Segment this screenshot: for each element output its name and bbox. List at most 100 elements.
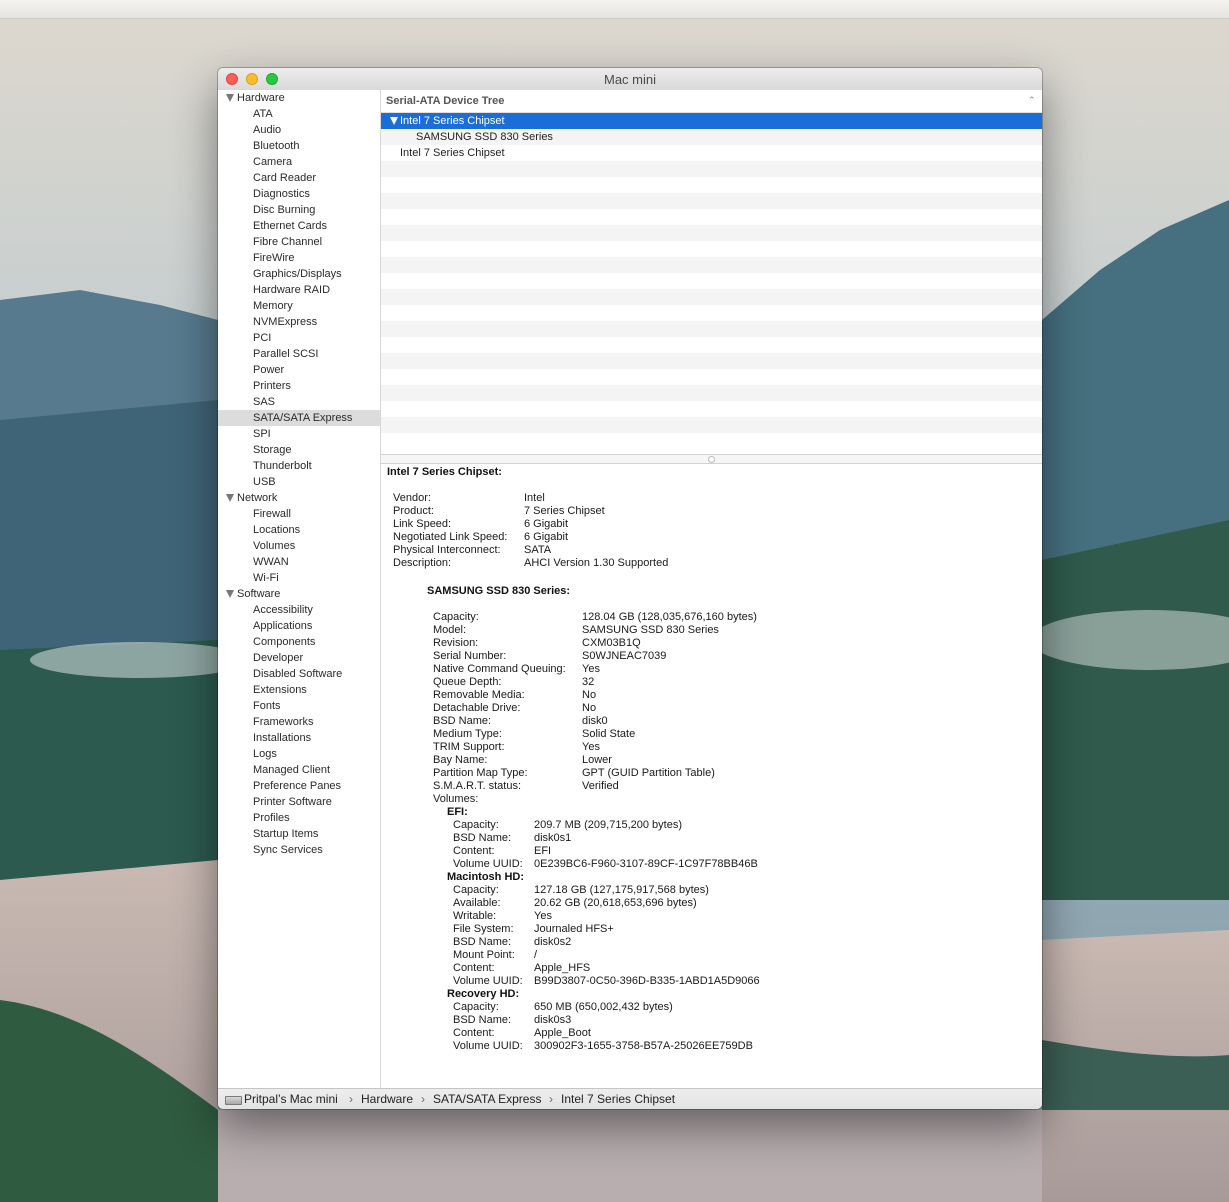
property-value: 127.18 GB (127,175,917,568 bytes) xyxy=(534,884,709,896)
sidebar-item-nvmexpress[interactable]: NVMExpress xyxy=(218,314,380,330)
property-label: Detachable Drive: xyxy=(433,702,521,714)
property-label: Volumes: xyxy=(433,793,479,805)
property-label: Product: xyxy=(393,505,434,517)
sidebar-item-startup-items[interactable]: Startup Items xyxy=(218,826,380,842)
splitter-handle-icon[interactable] xyxy=(708,456,715,463)
sidebar-item-fibre-channel[interactable]: Fibre Channel xyxy=(218,234,380,250)
sidebar-item-usb[interactable]: USB xyxy=(218,474,380,490)
property-label: Description: xyxy=(393,557,452,569)
sidebar-item-extensions[interactable]: Extensions xyxy=(218,682,380,698)
sidebar-item-diagnostics[interactable]: Diagnostics xyxy=(218,186,380,202)
property-label: Model: xyxy=(433,624,467,636)
property-label: Medium Type: xyxy=(433,728,502,740)
sidebar-item-camera[interactable]: Camera xyxy=(218,154,380,170)
sidebar-item-parallel-scsi[interactable]: Parallel SCSI xyxy=(218,346,380,362)
sidebar-item-frameworks[interactable]: Frameworks xyxy=(218,714,380,730)
path-crumb-hardware[interactable]: Hardware xyxy=(361,1089,413,1109)
volume-title: EFI: xyxy=(447,806,468,818)
property-label: Capacity: xyxy=(453,1001,499,1013)
sidebar-item-printers[interactable]: Printers xyxy=(218,378,380,394)
path-crumb-pritpal-s-mac-mini[interactable]: Pritpal’s Mac mini xyxy=(244,1089,338,1109)
sidebar-item-volumes[interactable]: Volumes xyxy=(218,538,380,554)
property-value: 6 Gigabit xyxy=(524,531,569,543)
property-value: 32 xyxy=(582,676,595,688)
tree-row-samsung-ssd-830-series[interactable]: SAMSUNG SSD 830 Series xyxy=(381,129,1042,145)
sidebar-item-components[interactable]: Components xyxy=(218,634,380,650)
sidebar-item-sync-services[interactable]: Sync Services xyxy=(218,842,380,858)
sidebar-item-ethernet-cards[interactable]: Ethernet Cards xyxy=(218,218,380,234)
sidebar-item-logs[interactable]: Logs xyxy=(218,746,380,762)
disclosure-triangle-icon[interactable] xyxy=(226,494,234,502)
sidebar-item-bluetooth[interactable]: Bluetooth xyxy=(218,138,380,154)
tree-column-header[interactable]: Serial-ATA Device Tree ⌃ xyxy=(381,90,1042,113)
sidebar-item-printer-software[interactable]: Printer Software xyxy=(218,794,380,810)
property-value: SATA xyxy=(524,544,552,556)
sidebar-item-audio[interactable]: Audio xyxy=(218,122,380,138)
sidebar-group-software[interactable]: Software xyxy=(218,586,380,602)
tree-row-empty xyxy=(381,433,1042,449)
property-value: EFI xyxy=(534,845,552,857)
sidebar-item-firewall[interactable]: Firewall xyxy=(218,506,380,522)
disclosure-triangle-icon[interactable] xyxy=(226,590,234,598)
sidebar-item-memory[interactable]: Memory xyxy=(218,298,380,314)
sidebar-item-locations[interactable]: Locations xyxy=(218,522,380,538)
property-label: Content: xyxy=(453,1027,495,1039)
device-tree-pane: Serial-ATA Device Tree ⌃ Intel 7 Series … xyxy=(381,90,1042,454)
sidebar[interactable]: Hardware ATA Audio Bluetooth Camera Card Read… xyxy=(218,90,381,1088)
tree-row-empty xyxy=(381,177,1042,193)
sidebar-item-spi[interactable]: SPI xyxy=(218,426,380,442)
sidebar-item-graphics-displays[interactable]: Graphics/Displays xyxy=(218,266,380,282)
sidebar-item-sas[interactable]: SAS xyxy=(218,394,380,410)
sidebar-item-card-reader[interactable]: Card Reader xyxy=(218,170,380,186)
sidebar-item-storage[interactable]: Storage xyxy=(218,442,380,458)
title-bar[interactable]: Mac mini xyxy=(218,68,1042,91)
sidebar-item-power[interactable]: Power xyxy=(218,362,380,378)
device-tree: Intel 7 Series Chipset SAMSUNG SSD 830 Se… xyxy=(381,113,1042,449)
window-title: Mac mini xyxy=(603,72,656,87)
sidebar-item-managed-client[interactable]: Managed Client xyxy=(218,762,380,778)
property-label: Serial Number: xyxy=(433,650,507,662)
sidebar-item-profiles[interactable]: Profiles xyxy=(218,810,380,826)
tree-row-intel-7-series-chipset[interactable]: Intel 7 Series Chipset xyxy=(381,113,1042,129)
sidebar-item-thunderbolt[interactable]: Thunderbolt xyxy=(218,458,380,474)
pane-splitter[interactable] xyxy=(381,454,1042,464)
property-label: Partition Map Type: xyxy=(433,767,528,779)
path-crumb-intel-7-series-chipset[interactable]: Intel 7 Series Chipset xyxy=(561,1089,675,1109)
property-value: AHCI Version 1.30 Supported xyxy=(524,557,669,569)
property-label: Physical Interconnect: xyxy=(393,544,501,556)
sidebar-item-firewire[interactable]: FireWire xyxy=(218,250,380,266)
sidebar-item-wi-fi[interactable]: Wi-Fi xyxy=(218,570,380,586)
sidebar-item-pci[interactable]: PCI xyxy=(218,330,380,346)
volume-title: Macintosh HD: xyxy=(447,871,524,883)
sidebar-item-wwan[interactable]: WWAN xyxy=(218,554,380,570)
sidebar-item-disabled-software[interactable]: Disabled Software xyxy=(218,666,380,682)
path-crumb-sata-sata-express[interactable]: SATA/SATA Express xyxy=(433,1089,541,1109)
sidebar-item-applications[interactable]: Applications xyxy=(218,618,380,634)
sidebar-item-preference-panes[interactable]: Preference Panes xyxy=(218,778,380,794)
tree-row-intel-7-series-chipset[interactable]: Intel 7 Series Chipset xyxy=(381,145,1042,161)
sidebar-item-accessibility[interactable]: Accessibility xyxy=(218,602,380,618)
sidebar-item-fonts[interactable]: Fonts xyxy=(218,698,380,714)
property-label: TRIM Support: xyxy=(433,741,505,753)
sidebar-item-developer[interactable]: Developer xyxy=(218,650,380,666)
sidebar-group-network[interactable]: Network xyxy=(218,490,380,506)
tree-row-label: SAMSUNG SSD 830 Series xyxy=(416,131,553,143)
sidebar-item-ata[interactable]: ATA xyxy=(218,106,380,122)
sidebar-item-disc-burning[interactable]: Disc Burning xyxy=(218,202,380,218)
property-label: Volume UUID: xyxy=(453,975,523,987)
sidebar-item-hardware-raid[interactable]: Hardware RAID xyxy=(218,282,380,298)
tree-row-empty xyxy=(381,241,1042,257)
sidebar-item-installations[interactable]: Installations xyxy=(218,730,380,746)
disclosure-triangle-icon[interactable] xyxy=(226,94,234,102)
property-value: 20.62 GB (20,618,653,696 bytes) xyxy=(534,897,697,909)
sidebar-group-hardware[interactable]: Hardware xyxy=(218,90,380,106)
property-value: Yes xyxy=(534,910,552,922)
property-label: File System: xyxy=(453,923,514,935)
tree-row-empty xyxy=(381,209,1042,225)
sidebar-group-label: Software xyxy=(237,588,281,600)
property-label: Link Speed: xyxy=(393,518,452,530)
sidebar-item-sata-sata-express[interactable]: SATA/SATA Express xyxy=(218,410,380,426)
disclosure-triangle-icon[interactable] xyxy=(390,117,398,125)
device-title: SAMSUNG SSD 830 Series: xyxy=(427,585,571,597)
tree-row-label: Intel 7 Series Chipset xyxy=(400,147,505,159)
